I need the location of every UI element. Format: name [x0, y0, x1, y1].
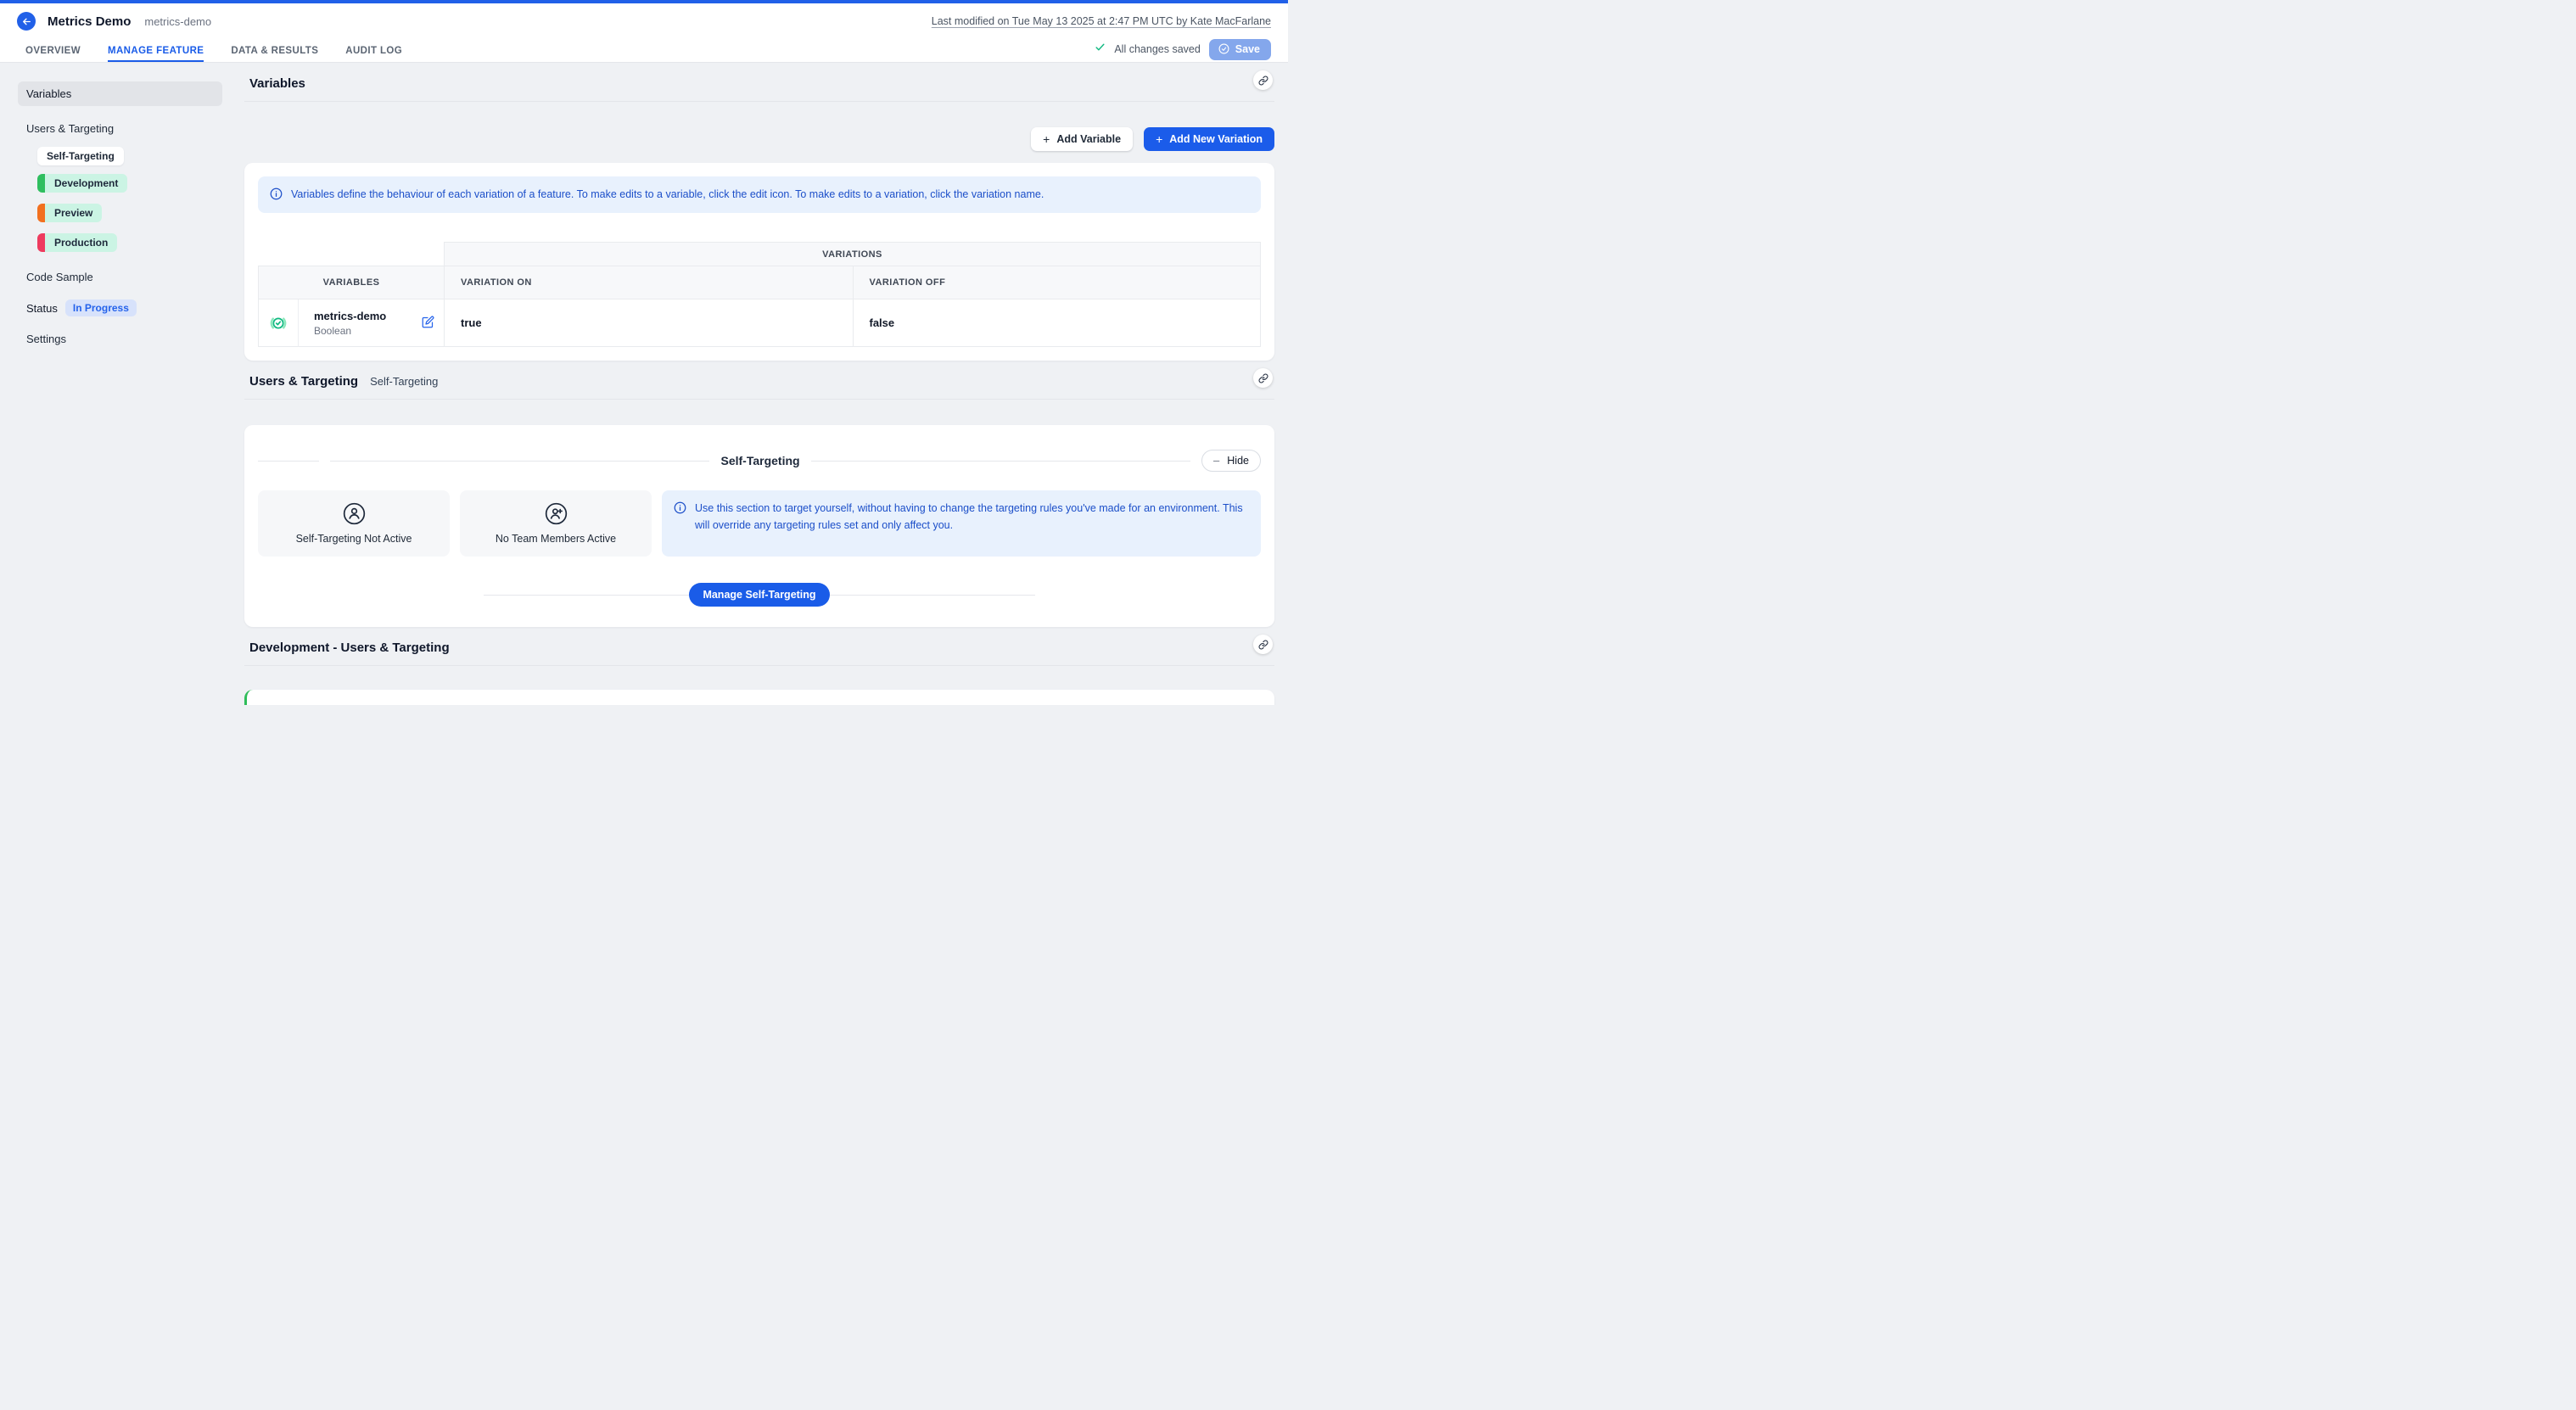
tab-overview[interactable]: OVERVIEW: [25, 39, 81, 62]
self-targeting-info-banner: Use this section to target yourself, wit…: [662, 490, 1261, 557]
team-members-status-label: No Team Members Active: [496, 533, 616, 545]
link-icon: [1258, 76, 1268, 86]
env-color-chip: [37, 233, 45, 252]
section-title: Users & Targeting: [249, 374, 358, 389]
add-variable-button[interactable]: + Add Variable: [1031, 127, 1133, 151]
development-section-header: Development - Users & Targeting: [244, 627, 1274, 666]
sidebar-item-self-targeting[interactable]: Self-Targeting: [37, 147, 124, 165]
info-icon: [270, 187, 283, 200]
save-status-text: All changes saved: [1114, 43, 1200, 55]
variable-name: metrics-demo: [314, 310, 415, 322]
circle-check-icon: [1218, 43, 1229, 54]
variable-type-icon-cell: [258, 299, 298, 347]
env-color-chip: [37, 174, 45, 193]
edit-variable-button[interactable]: [420, 314, 436, 333]
variation-on-value: true: [444, 299, 853, 347]
self-targeting-title-row: Self-Targeting – Hide: [258, 450, 1261, 472]
tab-data-results[interactable]: DATA & RESULTS: [231, 39, 318, 62]
self-targeting-status-row: Self-Targeting Not Active No Team Member…: [258, 490, 1261, 557]
variables-table: VARIATIONS VARIABLES VARIATION ON VARIAT…: [258, 242, 1261, 347]
variables-section-link-button[interactable]: [1253, 70, 1273, 90]
sidebar: Variables Users & Targeting Self-Targeti…: [0, 63, 236, 705]
variation-on-column-header: VARIATION ON: [444, 266, 853, 299]
variables-info-banner: Variables define the behaviour of each v…: [258, 176, 1261, 213]
content-area: Variables Users & Targeting Self-Targeti…: [0, 63, 1288, 705]
manage-self-targeting-button[interactable]: Manage Self-Targeting: [689, 583, 829, 607]
plus-icon: +: [1043, 133, 1050, 145]
info-icon: [674, 501, 686, 514]
manage-self-targeting-row: Manage Self-Targeting: [258, 583, 1261, 607]
hide-self-targeting-button[interactable]: – Hide: [1201, 450, 1261, 472]
sidebar-item-users-targeting[interactable]: Users & Targeting: [18, 122, 222, 135]
link-icon: [1258, 640, 1268, 650]
self-targeting-card-title: Self-Targeting: [720, 454, 799, 467]
development-targeting-card: Targeting ON Use targeting rules to conf…: [244, 690, 1274, 705]
users-targeting-section-header: Users & Targeting Self-Targeting: [244, 361, 1274, 400]
tab-manage-feature[interactable]: MANAGE FEATURE: [108, 39, 204, 62]
person-plus-icon: [545, 502, 568, 525]
back-button[interactable]: [17, 12, 36, 31]
status-badge: In Progress: [65, 299, 137, 316]
variable-type: Boolean: [314, 325, 415, 337]
team-members-status-card: No Team Members Active: [460, 490, 652, 557]
sidebar-item-code-sample[interactable]: Code Sample: [18, 271, 222, 283]
add-new-variation-button[interactable]: + Add New Variation: [1144, 127, 1274, 151]
sidebar-item-variables[interactable]: Variables: [18, 81, 222, 106]
sidebar-item-env-preview[interactable]: Preview: [37, 204, 102, 222]
last-modified-text: Last modified on Tue May 13 2025 at 2:47…: [932, 15, 1271, 27]
sidebar-item-status[interactable]: Status: [26, 302, 58, 315]
tab-audit-log[interactable]: AUDIT LOG: [345, 39, 402, 62]
self-targeting-status-card: Self-Targeting Not Active: [258, 490, 450, 557]
main-panel: Variables + Add Variable + Add New Varia…: [236, 63, 1288, 705]
section-title: Development - Users & Targeting: [249, 641, 450, 655]
self-targeting-card: Self-Targeting – Hide Self-Tar: [244, 425, 1274, 627]
variables-column-header: VARIABLES: [258, 266, 444, 299]
link-icon: [1258, 373, 1268, 383]
plus-icon: +: [1156, 133, 1162, 145]
minus-icon: –: [1213, 454, 1219, 467]
tab-bar: OVERVIEW MANAGE FEATURE DATA & RESULTS A…: [0, 39, 1288, 63]
saved-check-icon: [1095, 42, 1106, 57]
save-button[interactable]: Save: [1209, 39, 1271, 60]
users-targeting-link-button[interactable]: [1253, 368, 1273, 388]
section-subtitle: Self-Targeting: [370, 375, 438, 388]
sidebar-item-settings[interactable]: Settings: [18, 333, 222, 345]
development-section-link-button[interactable]: [1253, 635, 1273, 654]
back-arrow-icon: [21, 16, 32, 27]
sidebar-item-env-production[interactable]: Production: [37, 233, 117, 252]
variation-off-value: false: [853, 299, 1262, 347]
banner-text: Variables define the behaviour of each v…: [291, 187, 1044, 203]
feature-header: Metrics Demo metrics-demo Last modified …: [0, 3, 1288, 39]
sidebar-item-env-development[interactable]: Development: [37, 174, 127, 193]
variable-name-cell: metrics-demo Boolean: [298, 299, 444, 347]
app-window: Metrics Demo metrics-demo Last modified …: [0, 0, 1288, 705]
variables-actions: + Add Variable + Add New Variation: [244, 127, 1274, 151]
variable-target-check-icon: [269, 314, 288, 333]
variations-header-cell: VARIATIONS: [444, 242, 1261, 266]
variables-card: Variables define the behaviour of each v…: [244, 163, 1274, 361]
edit-icon: [422, 316, 434, 328]
variation-off-column-header: VARIATION OFF: [853, 266, 1262, 299]
sidebar-status-row: Status In Progress: [18, 299, 222, 316]
person-icon: [343, 502, 366, 525]
section-title: Variables: [249, 76, 305, 91]
env-color-chip: [37, 204, 45, 222]
page-title: Metrics Demo: [48, 14, 131, 29]
self-targeting-status-label: Self-Targeting Not Active: [296, 533, 412, 545]
banner-text: Use this section to target yourself, wit…: [695, 501, 1249, 534]
variables-section-header: Variables: [244, 63, 1274, 102]
feature-key: metrics-demo: [144, 15, 211, 28]
